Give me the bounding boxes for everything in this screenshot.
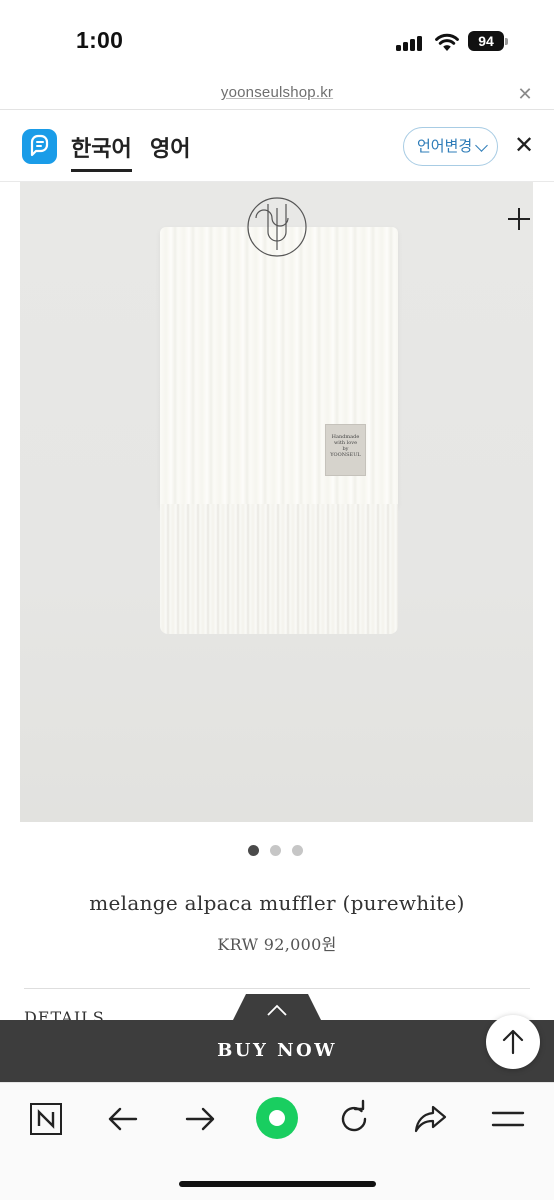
product-name: melange alpaca muffler (purewhite) [89,891,465,915]
chevron-up-icon[interactable] [267,1004,287,1016]
url-bar[interactable]: yoonseulshop.kr ✕ [0,80,554,110]
divider [24,988,530,989]
tab-korean[interactable]: 한국어 [71,131,132,172]
chevron-down-icon [475,139,488,152]
home-indicator[interactable] [179,1181,376,1187]
brand-logo-icon [247,197,307,257]
back-arrow-icon[interactable] [101,1099,145,1139]
battery-indicator: 94 [468,31,504,51]
cellular-signal-icon [396,35,426,51]
translator-bar: 한국어 영어 언어변경 ✕ [0,111,554,182]
clock: 1:00 [76,27,124,53]
carousel-dot[interactable] [270,845,281,856]
scarf-fringe [160,504,398,634]
naver-icon[interactable] [24,1099,68,1139]
change-language-label: 언어변경 [417,138,473,155]
change-language-button[interactable]: 언어변경 [403,127,498,166]
share-icon[interactable] [409,1099,453,1139]
buy-now-button[interactable]: BUY NOW [0,1040,554,1061]
details-toggle[interactable]: DETAILS [24,1008,105,1020]
home-icon[interactable] [255,1096,299,1140]
plus-icon[interactable] [507,207,531,231]
carousel-dot[interactable] [248,845,259,856]
status-bar: 1:00 94 [0,0,554,80]
product-label-tag: Handmade with love by YOONSEUL [325,424,366,476]
menu-icon[interactable] [486,1099,530,1139]
carousel-dot[interactable] [292,845,303,856]
wifi-icon [435,33,459,51]
arrow-up-icon [502,1029,524,1055]
forward-arrow-icon[interactable] [178,1099,222,1139]
tab-english[interactable]: 영어 [150,131,190,163]
battery-tip [505,38,508,45]
url-close-icon[interactable]: ✕ [515,85,535,105]
product-price: KRW 92,000원 [217,935,337,954]
translator-close-icon[interactable]: ✕ [513,134,535,158]
papago-logo-icon [22,129,57,164]
url-text[interactable]: yoonseulshop.kr [0,84,554,101]
product-image[interactable]: Handmade with love by YOONSEUL [20,182,533,822]
scroll-top-button[interactable] [486,1015,540,1069]
refresh-icon[interactable] [332,1099,376,1139]
label-line: YOONSEUL [330,452,361,458]
